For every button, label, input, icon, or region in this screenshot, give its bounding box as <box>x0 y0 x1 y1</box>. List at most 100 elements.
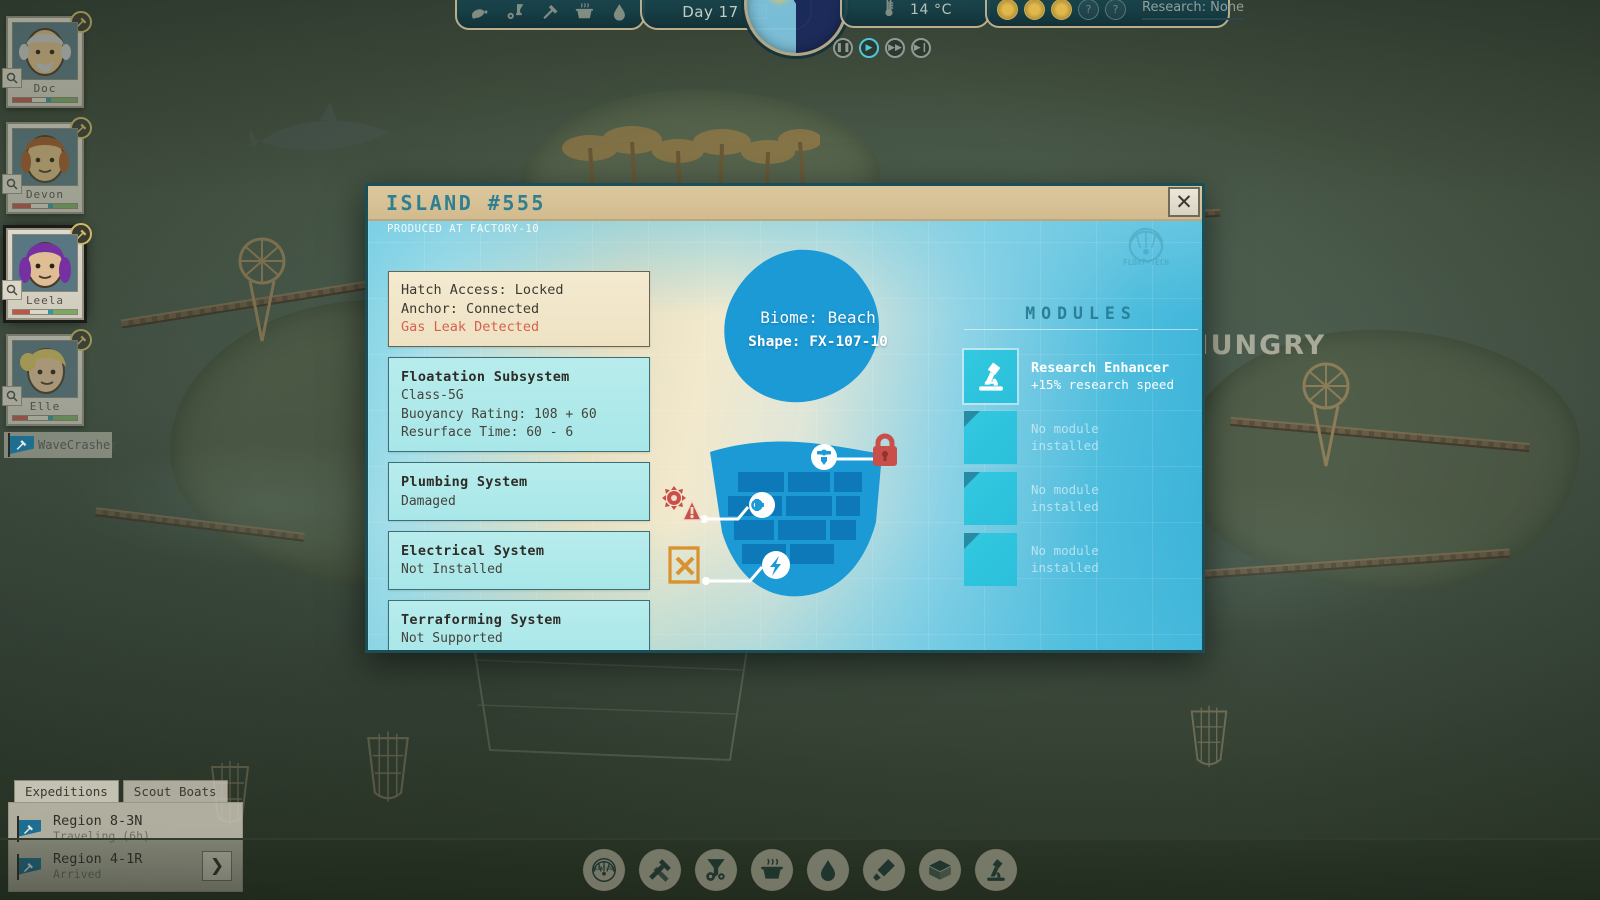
hud-resource-panel <box>455 0 645 30</box>
hud-temperature-panel: 14 °C <box>840 0 990 28</box>
shovel-icon[interactable] <box>863 849 905 891</box>
crew-card-devon[interactable]: Devon <box>2 117 92 214</box>
expedition-region-label: Region 8-3N <box>53 813 143 829</box>
research-status: Research: None <box>1142 0 1245 20</box>
tab-expeditions[interactable]: Expeditions <box>14 780 119 802</box>
module-empty-line2: installed <box>1031 437 1099 453</box>
crew-status-bar <box>12 309 78 315</box>
background-dock-right-2 <box>1180 548 1510 581</box>
fishing-net-3 <box>1190 705 1228 768</box>
crew-card-leela[interactable]: Leela <box>2 223 92 320</box>
module-row-3[interactable]: No module installed <box>964 472 1202 525</box>
buoy-tower-right <box>1302 362 1350 467</box>
research-label: Research: None <box>1142 0 1245 15</box>
module-empty-line2: installed <box>1031 498 1099 514</box>
crew-inspect-button[interactable] <box>2 68 22 88</box>
crew-inspect-button[interactable] <box>2 386 22 406</box>
boat-name-label: WaveCrasher <box>38 438 118 452</box>
crew-inspect-button[interactable] <box>2 174 22 194</box>
cooking-pot-icon[interactable] <box>751 849 793 891</box>
crew-status-bar <box>12 415 78 421</box>
hammer-icon[interactable] <box>541 2 560 22</box>
research-slot-4[interactable]: ? <box>1078 0 1099 20</box>
background-island-right <box>1180 330 1580 590</box>
float-tech-watermark-logo: FLOAT-TECH <box>1123 227 1169 267</box>
module-empty-line1: No module <box>1031 420 1099 436</box>
panel-island-status[interactable]: Hatch Access: Locked Anchor: Connected G… <box>388 271 650 347</box>
island-shape-label: Shape: FX-107-10 <box>748 334 888 350</box>
module-empty-line1: No module <box>1031 542 1099 558</box>
module-slot-2[interactable] <box>964 411 1017 464</box>
avatar <box>19 242 71 289</box>
crate-icon[interactable] <box>919 849 961 891</box>
avatar <box>20 348 66 395</box>
module-empty-line1: No module <box>1031 481 1099 497</box>
gear-shape <box>662 486 686 510</box>
research-slot-2[interactable] <box>1024 0 1045 20</box>
avatar <box>19 28 71 77</box>
food-icon[interactable] <box>471 2 490 22</box>
machinery-icon[interactable] <box>695 849 737 891</box>
plumbing-status: Damaged <box>401 493 456 509</box>
panel-electrical-system[interactable]: Electrical System Not Installed <box>388 531 650 590</box>
float-tec-logo-icon[interactable]: FLOAT-TEC <box>583 849 625 891</box>
buoy-tower-left <box>238 237 286 342</box>
panel-floatation-subsystem[interactable]: Floatation Subsystem Class-5G Buoyancy R… <box>388 356 650 453</box>
module-row-1[interactable]: Research Enhancer +15% research speed <box>964 350 1202 403</box>
module-slot-4[interactable] <box>964 533 1017 586</box>
background-dock-left <box>120 280 370 329</box>
module-slot-1[interactable] <box>964 350 1017 403</box>
temperature-label: 14 °C <box>909 2 953 18</box>
fishing-net-2 <box>367 731 409 802</box>
panel-plumbing-system[interactable]: Plumbing System Damaged <box>388 462 650 522</box>
research-slot-3[interactable] <box>1051 0 1072 20</box>
crew-card-elle[interactable]: Elle <box>2 329 92 426</box>
plumbing-marker[interactable] <box>686 491 806 536</box>
boat-label-wavecrasher[interactable]: WaveCrasher <box>4 432 117 458</box>
island-biome-label: Biome: Beach <box>760 308 876 327</box>
module-slot-3[interactable] <box>964 472 1017 525</box>
module-info-3: No module installed <box>1031 482 1099 516</box>
island-diagram: Biome: Beach Shape: FX-107-10 <box>662 246 968 626</box>
fast-forward-button[interactable]: ▶▶ <box>885 38 905 58</box>
subsystem-panel-list: Hatch Access: Locked Anchor: Connected G… <box>388 271 650 650</box>
gas-leak-alert-line: Gas Leak Detected <box>401 319 540 336</box>
panel-terraforming-system[interactable]: Terraforming System Not Supported <box>388 599 650 650</box>
microscope-icon[interactable] <box>975 849 1017 891</box>
water-drop-icon[interactable] <box>610 2 629 22</box>
module-empty-line2: installed <box>1031 559 1099 575</box>
lock-icon <box>873 433 897 466</box>
research-slot-5[interactable]: ? <box>1105 0 1126 20</box>
pause-button[interactable]: ❚❚ <box>833 38 853 58</box>
research-progress-bar <box>1142 18 1245 20</box>
tools-icon[interactable] <box>506 2 525 22</box>
game-speed-controls: ❚❚ ▶ ▶▶ ▶❙ <box>833 38 931 58</box>
crew-panel: Doc Devon Leela Elle <box>2 11 106 440</box>
ultra-speed-button[interactable]: ▶❙ <box>911 38 931 58</box>
play-button[interactable]: ▶ <box>859 38 879 58</box>
resurface-time-line: Resurface Time: 60 - 6 <box>401 425 574 441</box>
panel-heading: Floatation Subsystem <box>401 368 570 385</box>
module-info-2: No module installed <box>1031 421 1099 455</box>
modules-title: MODULES <box>964 304 1198 330</box>
module-desc-label: +15% research speed <box>1031 377 1174 393</box>
crew-card-doc[interactable]: Doc <box>2 11 92 108</box>
boat-flag-icon <box>8 433 34 457</box>
cooking-pot-icon[interactable] <box>575 2 594 22</box>
module-row-2[interactable]: No module installed <box>964 411 1202 464</box>
electrical-status: Not Installed <box>401 562 503 578</box>
electrical-marker[interactable] <box>688 551 818 596</box>
hammer-tools-icon[interactable] <box>639 849 681 891</box>
anchor-line: Anchor: Connected <box>401 300 540 317</box>
water-drop-icon[interactable] <box>807 849 849 891</box>
research-slot-1[interactable] <box>997 0 1018 20</box>
module-info-1: Research Enhancer +15% research speed <box>1031 359 1174 394</box>
day-counter-label: Day 17 <box>682 3 739 21</box>
dialog-title-bar: ISLAND #555 ✕ <box>368 186 1202 221</box>
tab-scout-boats[interactable]: Scout Boats <box>122 780 228 802</box>
crew-inspect-button[interactable] <box>2 280 22 300</box>
module-row-4[interactable]: No module installed <box>964 533 1202 586</box>
close-icon[interactable]: ✕ <box>1168 187 1200 217</box>
hatch-access-line: Hatch Access: Locked <box>401 282 564 298</box>
module-name-label: Research Enhancer <box>1031 359 1170 376</box>
